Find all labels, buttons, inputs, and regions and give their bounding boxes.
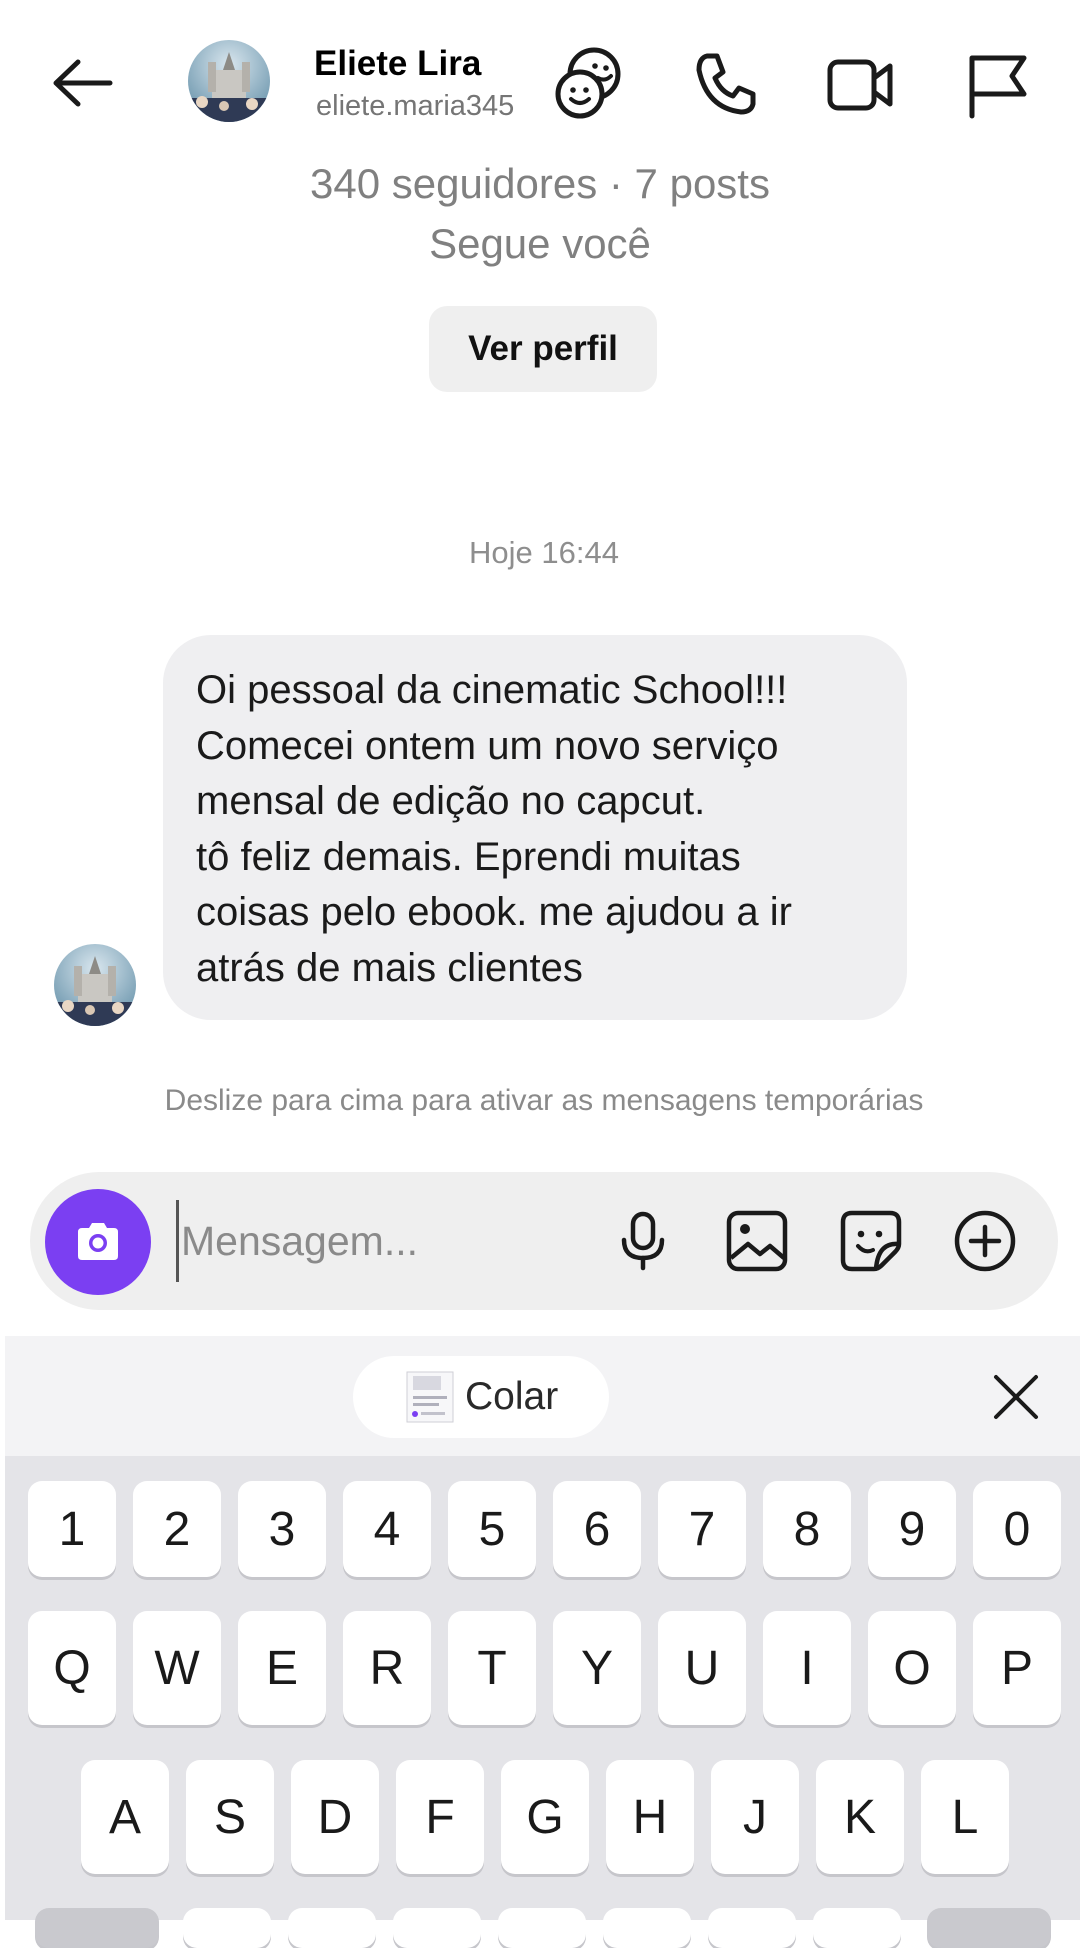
key-w[interactable]: W <box>133 1611 221 1725</box>
key-j[interactable]: J <box>711 1760 799 1874</box>
vanish-mode-hint: Deslize para cima para ativar as mensage… <box>164 1084 924 1117</box>
add-icon <box>954 1210 1016 1272</box>
microphone-icon <box>621 1211 665 1271</box>
key-o[interactable]: O <box>868 1611 956 1725</box>
key-6[interactable]: 6 <box>553 1481 641 1577</box>
more-options-button[interactable] <box>952 1208 1018 1274</box>
key-b[interactable] <box>603 1908 691 1948</box>
key-s[interactable]: S <box>186 1760 274 1874</box>
key-g[interactable]: G <box>501 1760 589 1874</box>
message-line: tô feliz demais. Eprendi muitas <box>196 834 741 879</box>
flag-icon <box>969 55 1027 119</box>
key-e[interactable]: E <box>238 1611 326 1725</box>
key-y[interactable]: Y <box>553 1611 641 1725</box>
key-t[interactable]: T <box>448 1611 536 1725</box>
message-line: coisas pelo ebook. me ajudou a ir <box>196 890 792 935</box>
key-c[interactable] <box>393 1908 481 1948</box>
key-7[interactable]: 7 <box>658 1481 746 1577</box>
keyboard-toolbar: Colar <box>5 1336 1080 1456</box>
key-p[interactable]: P <box>973 1611 1061 1725</box>
key-v[interactable] <box>498 1908 586 1948</box>
message-timestamp: Hoje 16:44 <box>469 535 619 570</box>
profile-stats: 340 seguidores · 7 posts <box>310 160 770 207</box>
video-camera-icon <box>827 59 893 111</box>
key-x[interactable] <box>288 1908 376 1948</box>
camera-button[interactable] <box>45 1189 151 1295</box>
audio-call-button[interactable] <box>685 44 765 124</box>
key-1[interactable]: 1 <box>28 1481 116 1577</box>
key-3[interactable]: 3 <box>238 1481 326 1577</box>
close-toolbar-button[interactable] <box>990 1371 1042 1423</box>
key-d[interactable]: D <box>291 1760 379 1874</box>
report-button[interactable] <box>958 44 1038 124</box>
key-backspace[interactable] <box>927 1908 1051 1948</box>
message-line: Comecei ontem um novo serviço <box>196 723 779 768</box>
view-profile-button[interactable]: Ver perfil <box>429 306 657 392</box>
sticker-icon <box>840 1210 902 1272</box>
back-button[interactable] <box>48 52 118 122</box>
key-8[interactable]: 8 <box>763 1481 851 1577</box>
key-4[interactable]: 4 <box>343 1481 431 1577</box>
voice-message-button[interactable] <box>610 1208 676 1274</box>
message-line: atrás de mais clientes <box>196 945 583 990</box>
video-call-button[interactable] <box>820 44 900 124</box>
follows-you-label: Segue você <box>429 220 651 267</box>
gallery-button[interactable] <box>724 1208 790 1274</box>
key-0[interactable]: 0 <box>973 1481 1061 1577</box>
virtual-keyboard: Colar 1 2 3 4 5 6 7 8 9 0 Q W E R T Y U … <box>5 1336 1080 1948</box>
chat-header: Eliete Lira eliete.maria345 <box>0 0 1080 160</box>
contact-name[interactable]: Eliete Lira <box>314 44 481 84</box>
key-u[interactable]: U <box>658 1611 746 1725</box>
phone-icon <box>696 53 756 115</box>
key-l[interactable]: L <box>921 1760 1009 1874</box>
clipboard-thumbnail-icon <box>406 1371 454 1423</box>
key-f[interactable]: F <box>396 1760 484 1874</box>
camera-icon <box>78 1223 118 1260</box>
contact-username[interactable]: eliete.maria345 <box>316 90 514 123</box>
sender-avatar[interactable] <box>54 944 136 1026</box>
message-input[interactable] <box>176 1200 601 1282</box>
back-arrow-icon <box>53 59 113 107</box>
avatar[interactable] <box>188 40 270 122</box>
key-9[interactable]: 9 <box>868 1481 956 1577</box>
key-a[interactable]: A <box>81 1760 169 1874</box>
key-shift[interactable] <box>35 1908 159 1948</box>
key-z[interactable] <box>183 1908 271 1948</box>
key-q[interactable]: Q <box>28 1611 116 1725</box>
message-bubble[interactable]: Oi pessoal da cinematic School!!! Comece… <box>163 635 907 1020</box>
paste-label: Colar <box>465 1375 559 1418</box>
key-2[interactable]: 2 <box>133 1481 221 1577</box>
key-k[interactable]: K <box>816 1760 904 1874</box>
message-line: Oi pessoal da cinematic School!!! <box>196 668 788 712</box>
key-r[interactable]: R <box>343 1611 431 1725</box>
theme-sticker-icon <box>555 47 621 119</box>
theme-button[interactable] <box>550 44 630 124</box>
key-h[interactable]: H <box>606 1760 694 1874</box>
key-i[interactable]: I <box>763 1611 851 1725</box>
message-line: mensal de edição no capcut. <box>196 779 706 824</box>
key-n[interactable] <box>708 1908 796 1948</box>
sticker-button[interactable] <box>838 1208 904 1274</box>
gallery-icon <box>726 1210 788 1272</box>
key-5[interactable]: 5 <box>448 1481 536 1577</box>
message-composer <box>30 1172 1058 1310</box>
close-icon <box>994 1375 1038 1419</box>
paste-button[interactable]: Colar <box>353 1356 609 1438</box>
key-m[interactable] <box>813 1908 901 1948</box>
